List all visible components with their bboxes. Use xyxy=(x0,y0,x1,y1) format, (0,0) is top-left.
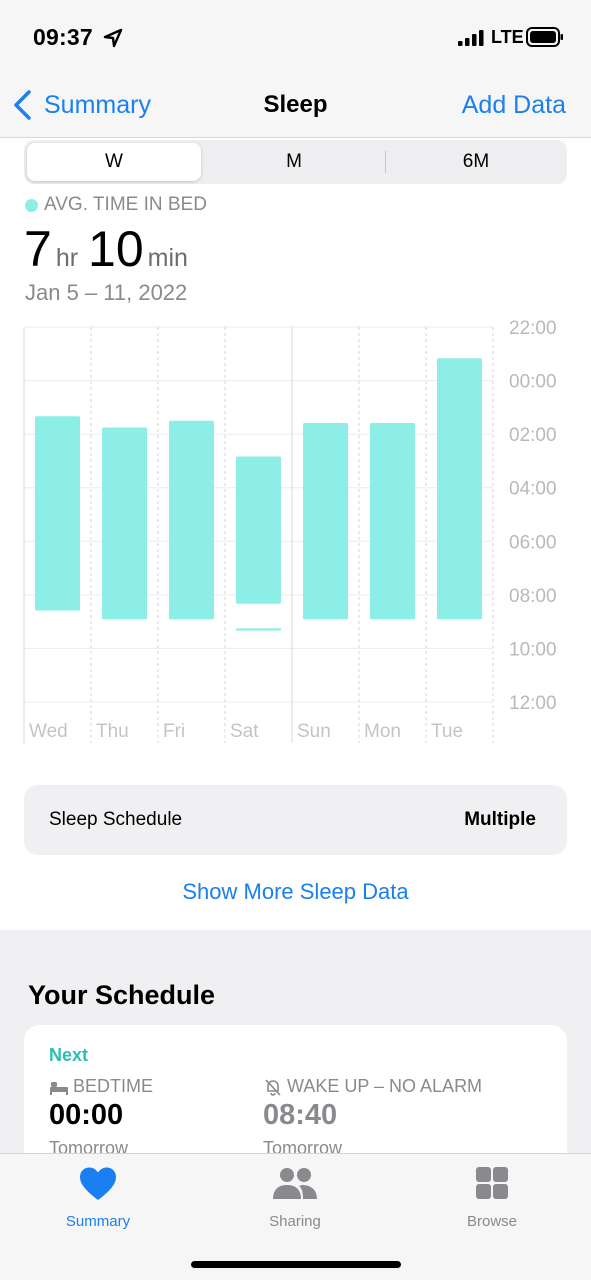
tab-summary-label: Summary xyxy=(65,1213,131,1230)
y-tick-label: 10:00 xyxy=(509,639,557,660)
avg-time-label: AVG. TIME IN BED xyxy=(25,194,207,216)
x-tick-label: Mon xyxy=(364,721,401,742)
sleep-schedule-row[interactable]: Sleep Schedule Multiple xyxy=(24,785,567,855)
alarm-off-icon xyxy=(265,1078,281,1096)
period-segmented-control: W M 6M xyxy=(24,140,567,184)
wakeup-time: 08:40 xyxy=(263,1099,338,1131)
sleep-bar xyxy=(102,427,147,620)
segment-divider xyxy=(385,151,386,173)
legend-dot xyxy=(25,198,38,212)
y-tick-label: 22:00 xyxy=(509,318,557,339)
y-tick-label: 00:00 xyxy=(509,372,557,393)
navigation-bar: Summary Sleep Add Data xyxy=(0,76,591,138)
bedtime-label: BEDTIME xyxy=(73,1076,154,1096)
y-tick-label: 12:00 xyxy=(509,693,557,714)
avg-hours: 7 xyxy=(24,221,52,277)
grid-icon xyxy=(476,1167,508,1199)
sleep-bar xyxy=(303,422,348,620)
x-tick-label: Sun xyxy=(297,721,331,742)
people-icon xyxy=(273,1168,317,1199)
avg-time-value: 7 hr 10 min xyxy=(24,220,198,278)
bedtime-heading: BEDTIME xyxy=(49,1076,153,1097)
y-tick-label: 08:00 xyxy=(509,586,557,607)
network-type: LTE xyxy=(491,27,524,47)
next-label: Next xyxy=(49,1045,89,1065)
sleep-bar-segment xyxy=(236,628,281,631)
your-schedule-heading: Your Schedule xyxy=(28,980,216,1010)
show-more-sleep-data-link[interactable]: Show More Sleep Data xyxy=(0,879,591,905)
sleep-schedule-label: Sleep Schedule xyxy=(49,809,183,830)
avg-hours-unit: hr xyxy=(55,244,79,272)
sleep-chart-svg: 22:00 00:00 02:00 04:00 06:00 08:00 10:00 12:00… xyxy=(23,318,557,743)
sleep-bar xyxy=(169,420,214,620)
add-data-button[interactable]: Add Data xyxy=(462,91,566,120)
segment-week[interactable]: W xyxy=(27,143,201,181)
sleep-chart[interactable]: 22:00 00:00 02:00 04:00 06:00 08:00 10:00 12:00… xyxy=(0,315,591,755)
x-tick-label: Thu xyxy=(96,721,129,742)
heart-icon xyxy=(80,1167,116,1200)
y-tick-label: 04:00 xyxy=(509,479,557,500)
tab-summary[interactable]: Summary xyxy=(38,1166,158,1230)
battery-icon xyxy=(526,27,563,47)
bedtime-time: 00:00 xyxy=(49,1099,124,1131)
bed-icon xyxy=(50,1081,68,1095)
tab-browse[interactable]: Browse xyxy=(432,1166,552,1230)
avg-minutes: 10 xyxy=(88,221,144,277)
x-tick-label: Fri xyxy=(163,721,185,742)
wakeup-heading: WAKE UP – NO ALARM xyxy=(263,1076,482,1097)
home-indicator xyxy=(191,1261,401,1268)
sleep-bar xyxy=(437,358,482,620)
sleep-bar xyxy=(236,456,281,604)
status-time: 09:37 xyxy=(33,24,93,50)
wakeup-label: WAKE UP – NO ALARM xyxy=(287,1076,483,1096)
date-range: Jan 5 – 11, 2022 xyxy=(25,280,188,305)
y-tick-label: 02:00 xyxy=(509,425,557,446)
status-bar: 09:37 LTE xyxy=(0,0,591,76)
x-tick-label: Wed xyxy=(29,721,68,742)
sleep-bar xyxy=(370,422,415,620)
x-tick-label: Tue xyxy=(431,721,463,742)
segment-six-months[interactable]: 6M xyxy=(392,143,560,181)
sleep-schedule-value: Multiple xyxy=(464,809,536,830)
sleep-bar xyxy=(35,416,80,611)
segment-month[interactable]: M xyxy=(210,143,378,181)
avg-time-label-text: AVG. TIME IN BED xyxy=(44,194,207,215)
x-tick-label: Sat xyxy=(230,721,259,742)
avg-minutes-unit: min xyxy=(147,244,188,272)
tab-sharing[interactable]: Sharing xyxy=(235,1166,355,1230)
location-arrow-icon xyxy=(103,28,123,48)
cellular-signal-icon xyxy=(458,30,484,46)
tab-sharing-label: Sharing xyxy=(269,1213,321,1230)
y-tick-label: 06:00 xyxy=(509,532,557,553)
tab-browse-label: Browse xyxy=(466,1213,518,1230)
